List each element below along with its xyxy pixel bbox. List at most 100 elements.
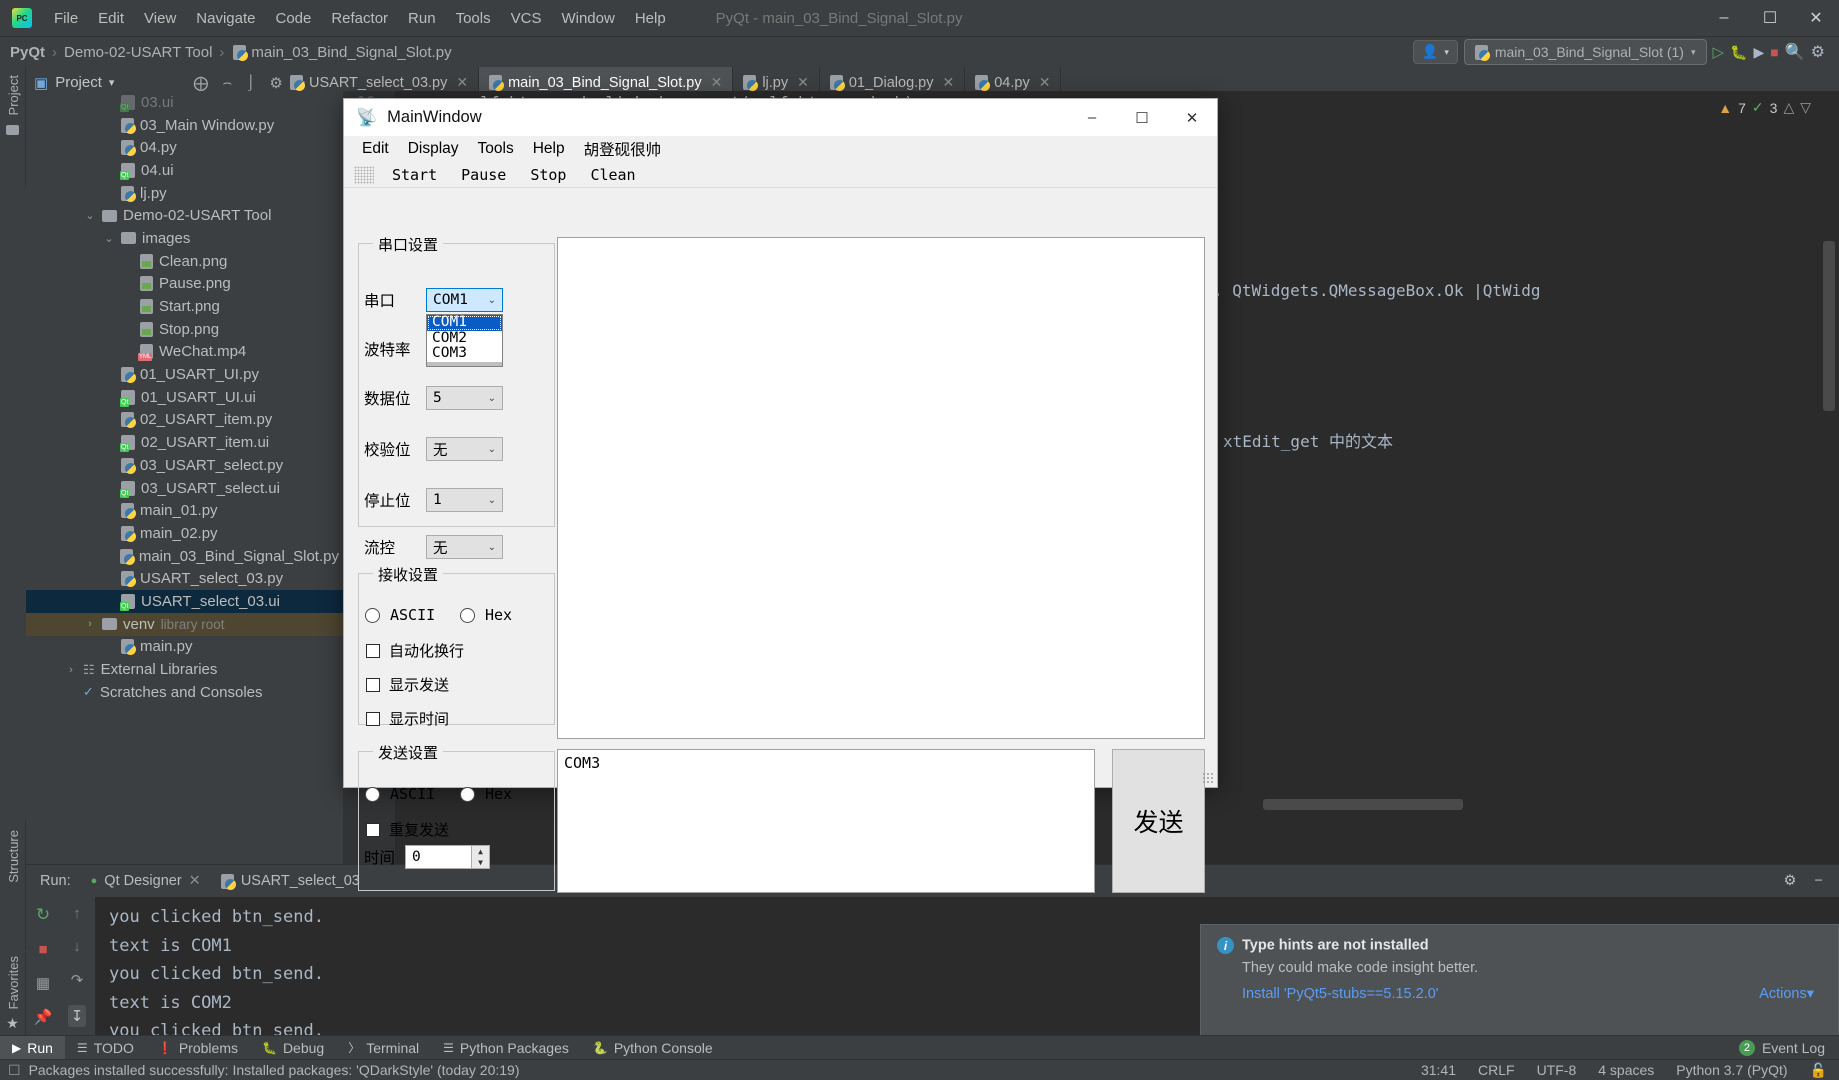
menu-tools[interactable]: Tools	[446, 6, 501, 31]
menu-help[interactable]: Help	[625, 6, 676, 31]
close-button[interactable]: ✕	[1793, 0, 1839, 37]
send-hex-radio-row[interactable]: Hex	[460, 785, 512, 803]
collapse-all-icon[interactable]: ⌢	[222, 74, 232, 91]
menu-window[interactable]: Window	[551, 6, 624, 31]
qt-maximize-button[interactable]: ☐	[1117, 99, 1167, 136]
close-icon[interactable]: ✕	[943, 74, 955, 91]
receive-ascii-radio-row[interactable]: ASCII	[365, 606, 435, 624]
tree-item[interactable]: 03.ui	[26, 91, 343, 114]
tree-item[interactable]: ✓ Scratches and Consoles	[26, 681, 343, 704]
editor-horizontal-scrollbar[interactable]	[1263, 799, 1463, 810]
run-tab-qt-designer[interactable]: ● Qt Designer ✕	[91, 873, 201, 889]
parity-combo[interactable]: 无 ⌄	[426, 437, 503, 461]
close-icon[interactable]: ✕	[189, 873, 201, 889]
repeat-send-checkbox-row[interactable]: 重复发送	[366, 819, 449, 840]
menu-run[interactable]: Run	[398, 6, 446, 31]
tree-item[interactable]: 03_USART_select.ui	[26, 477, 343, 500]
minimize-button[interactable]: –	[1701, 0, 1747, 37]
tree-item[interactable]: › venv library root	[26, 612, 343, 636]
menu-vcs[interactable]: VCS	[501, 6, 552, 31]
chevron-down-icon[interactable]: ▾	[109, 76, 115, 89]
tree-item[interactable]: 04.py	[26, 136, 343, 159]
qt-menu-help[interactable]: Help	[525, 138, 573, 160]
tree-item[interactable]: lj.py	[26, 182, 343, 205]
close-icon[interactable]: ✕	[1039, 74, 1051, 91]
tree-item[interactable]: 03_USART_select.py	[26, 454, 343, 477]
event-log-area[interactable]: 2 Event Log	[1738, 1039, 1839, 1056]
coverage-icon[interactable]: ▶	[1753, 44, 1764, 61]
tool-tab-project[interactable]: Project	[6, 75, 21, 115]
target-icon[interactable]: ⨁	[193, 74, 208, 92]
show-send-checkbox[interactable]	[366, 677, 380, 692]
search-icon[interactable]: 🔍	[1785, 42, 1805, 62]
send-text-area[interactable]: COM3	[557, 749, 1095, 893]
tree-item[interactable]: USART_select_03.ui	[26, 590, 343, 613]
menu-view[interactable]: View	[134, 6, 186, 31]
toolbar-stop-button[interactable]: Stop	[520, 165, 576, 185]
scroll-to-end-icon[interactable]: ↧	[67, 1005, 87, 1027]
breadcrumb-file[interactable]: main_03_Bind_Signal_Slot.py	[251, 44, 451, 61]
tool-window-button-run[interactable]: ▶ Run	[0, 1035, 65, 1060]
tree-item[interactable]: main_01.py	[26, 499, 343, 522]
rerun-icon[interactable]: ↻	[36, 905, 50, 925]
soft-wrap-icon[interactable]: ↷	[71, 971, 84, 989]
python-interpreter[interactable]: Python 3.7 (PyQt)	[1676, 1062, 1787, 1078]
close-icon[interactable]: ✕	[456, 74, 468, 91]
menu-refactor[interactable]: Refactor	[321, 6, 398, 31]
tree-item[interactable]: WeChat.mp4	[26, 341, 343, 364]
tree-item[interactable]: main_02.py	[26, 522, 343, 545]
qt-title-bar[interactable]: 📡 MainWindow – ☐ ✕	[344, 99, 1217, 136]
tree-item[interactable]: › ☷ External Libraries	[26, 658, 343, 681]
tree-chevron-icon[interactable]: ⌄	[103, 232, 115, 245]
toolbar-pause-button[interactable]: Pause	[451, 165, 516, 185]
qt-minimize-button[interactable]: –	[1067, 99, 1117, 136]
send-hex-radio[interactable]	[460, 786, 475, 802]
menu-code[interactable]: Code	[265, 6, 321, 31]
close-icon[interactable]: ✕	[797, 74, 809, 91]
auto-newline-checkbox[interactable]	[366, 643, 380, 658]
send-ascii-radio-row[interactable]: ASCII	[365, 785, 435, 803]
receive-hex-radio[interactable]	[460, 607, 475, 623]
tree-item[interactable]: 03_Main Window.py	[26, 114, 343, 137]
maximize-button[interactable]: ☐	[1747, 0, 1793, 37]
scroll-up-icon[interactable]: △	[1783, 99, 1794, 116]
serial-port-combo[interactable]: COM1 ⌄	[426, 288, 503, 312]
gear-icon[interactable]: ⚙	[1811, 42, 1825, 62]
qt-menu-display[interactable]: Display	[400, 138, 467, 160]
stop-icon[interactable]: ■	[1770, 44, 1778, 60]
close-icon[interactable]: ✕	[711, 74, 723, 91]
toolbar-start-button[interactable]: Start	[382, 165, 447, 185]
spin-down-icon[interactable]: ▼	[472, 857, 490, 868]
tree-item[interactable]: 01_USART_UI.ui	[26, 386, 343, 409]
lock-icon[interactable]: 🔓	[1810, 1062, 1827, 1079]
scroll-up-icon[interactable]: ↑	[73, 905, 81, 922]
tool-window-button-terminal[interactable]: 〉 Terminal	[336, 1036, 431, 1060]
send-ascii-radio[interactable]	[365, 786, 380, 802]
gear-icon[interactable]: ⚙	[1784, 873, 1797, 889]
tree-item[interactable]: Pause.png	[26, 273, 343, 296]
project-tree[interactable]: 03.ui 03_Main Window.py 04.py 04.ui lj.py ⌄ De…	[26, 91, 343, 864]
repeat-send-checkbox[interactable]	[366, 822, 380, 837]
tree-item[interactable]: main_03_Bind_Signal_Slot.py	[26, 545, 343, 568]
tree-item[interactable]: Clean.png	[26, 250, 343, 273]
qt-menu-edit[interactable]: Edit	[354, 138, 397, 160]
toolbar-clean-button[interactable]: Clean	[580, 165, 645, 185]
tree-item[interactable]: Stop.png	[26, 318, 343, 341]
layout-icon[interactable]: ▦	[36, 974, 50, 992]
qt-menu-tools[interactable]: Tools	[470, 138, 522, 160]
tool-window-button-python-packages[interactable]: ☰ Python Packages	[431, 1036, 581, 1060]
send-button[interactable]: 发送	[1112, 749, 1205, 893]
dropdown-option-com2[interactable]: COM2	[427, 330, 502, 347]
qt-main-window[interactable]: 📡 MainWindow – ☐ ✕ Edit Display Tools He…	[343, 98, 1218, 893]
run-config-selector[interactable]: main_03_Bind_Signal_Slot (1) ▾	[1463, 39, 1707, 65]
notification-actions-button[interactable]: Actions▾	[1759, 986, 1822, 1002]
show-time-checkbox-row[interactable]: 显示时间	[366, 708, 449, 729]
tool-window-button-todo[interactable]: ☰ TODO	[65, 1036, 146, 1060]
receive-text-area[interactable]	[557, 237, 1205, 739]
inspection-summary[interactable]: ▲ 7 ✓ 3 △ ▽	[1718, 99, 1811, 116]
tree-item[interactable]: ⌄ images	[26, 227, 343, 250]
tool-window-button-debug[interactable]: 🐛 Debug	[250, 1036, 336, 1060]
pin-icon[interactable]: 📌	[34, 1008, 53, 1026]
qt-menu-custom[interactable]: 胡登砚很帅	[576, 136, 670, 162]
caret-position[interactable]: 31:41	[1421, 1062, 1456, 1078]
